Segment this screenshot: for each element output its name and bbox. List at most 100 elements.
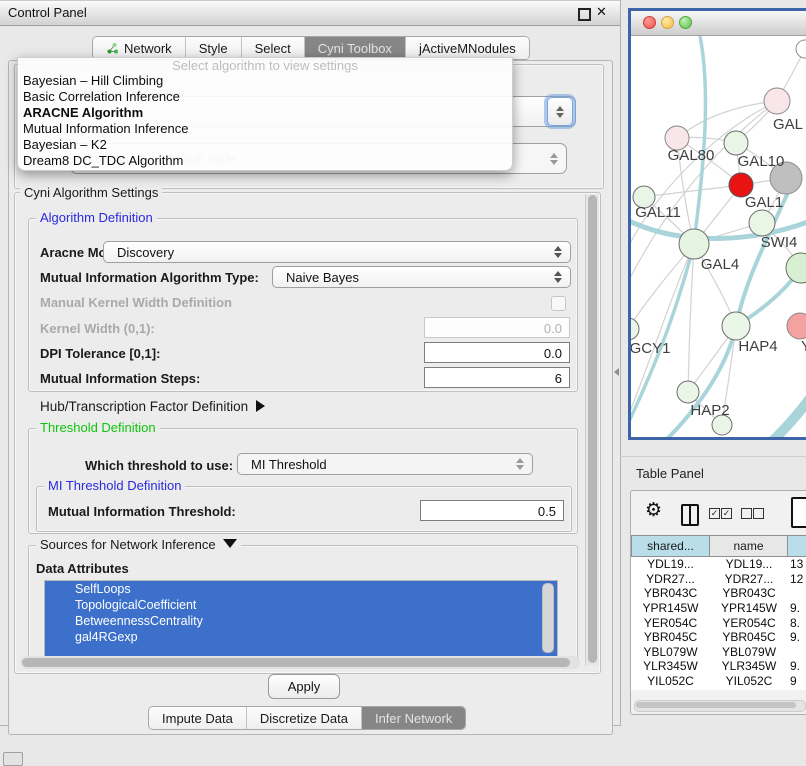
mi-steps-field[interactable]: 6 (424, 367, 570, 388)
hub-definition-expander[interactable]: Hub/Transcription Factor Definition (40, 399, 265, 414)
table-cell[interactable]: YDR27... (631, 572, 710, 587)
table-cell[interactable] (788, 586, 806, 601)
network-node[interactable] (724, 131, 748, 155)
attribute-item-selfloops[interactable]: SelfLoops (45, 581, 557, 597)
table-cell[interactable]: YER054C (631, 615, 710, 630)
combo-stepper-icon[interactable] (547, 97, 573, 126)
float-panel-icon[interactable] (578, 8, 591, 21)
checked-checkbox-icon[interactable]: ✓ (709, 508, 720, 519)
column-header-cut[interactable] (788, 535, 806, 557)
dropdown-item-dream8-dc-tdc-algorithm[interactable]: Dream8 DC_TDC Algorithm (18, 153, 512, 169)
tab-network[interactable]: Network (93, 37, 186, 59)
tab-style[interactable]: Style (186, 37, 242, 59)
scrollbar-thumb[interactable] (588, 195, 597, 663)
which-threshold-combo[interactable]: MI Threshold (237, 453, 533, 475)
table-cell[interactable]: 9. (788, 659, 806, 674)
table-row[interactable]: YLR345WYLR345W9. (631, 659, 806, 674)
settings-vertical-scrollbar[interactable] (585, 194, 599, 666)
expander-arrow-down-icon[interactable] (223, 539, 237, 548)
dropdown-item-aracne-algorithm[interactable]: ARACNE Algorithm (18, 105, 512, 121)
sources-title-row[interactable]: Sources for Network Inference (36, 538, 241, 552)
table-row[interactable]: YDL19...YDL19...13 (631, 557, 806, 572)
network-window-titlebar[interactable] (631, 11, 806, 36)
dropdown-item-basic-correlation-inference[interactable]: Basic Correlation Inference (18, 89, 512, 105)
table-horizontal-scrollbar[interactable] (634, 700, 806, 712)
network-node[interactable] (749, 210, 775, 236)
table-cell[interactable]: YER054C (710, 615, 788, 630)
mac-minimize-icon[interactable] (661, 16, 674, 29)
tab-discretize-data[interactable]: Discretize Data (247, 707, 362, 729)
mi-type-combo[interactable]: Naive Bayes (272, 266, 571, 288)
settings-horizontal-scrollbar[interactable] (20, 656, 580, 669)
tab-jactivemnodules[interactable]: jActiveMNodules (406, 37, 529, 59)
network-node[interactable] (679, 229, 709, 259)
close-icon[interactable]: ✕ (596, 4, 607, 20)
unchecked-checkbox-icon[interactable] (741, 508, 752, 519)
mi-threshold-field[interactable]: 0.5 (420, 500, 564, 521)
attribute-item-betweennesscentrality[interactable]: BetweennessCentrality (45, 613, 557, 629)
table-row[interactable]: YDR27...YDR27...12 (631, 572, 806, 587)
table-cell[interactable]: YIL052C (631, 674, 710, 689)
table-cell[interactable]: YDL19... (710, 557, 788, 572)
dropdown-item-bayesian-hill-climbing[interactable]: Bayesian – Hill Climbing (18, 73, 512, 89)
table-row[interactable]: YBR043CYBR043C (631, 586, 806, 601)
scrollbar-thumb[interactable] (636, 702, 796, 708)
network-node[interactable] (786, 253, 806, 283)
table-row[interactable]: YBL079WYBL079W (631, 645, 806, 660)
attribute-item-topologicalcoefficient[interactable]: TopologicalCoefficient (45, 597, 557, 613)
table-cell[interactable]: 12 (788, 572, 806, 587)
network-node[interactable] (631, 318, 639, 340)
table-cell[interactable] (788, 645, 806, 660)
table-row[interactable]: YER054CYER054C8. (631, 615, 806, 630)
table-row[interactable]: YIL052CYIL052C9 (631, 674, 806, 689)
kernel-width-field[interactable]: 0.0 (424, 317, 570, 338)
table-cell[interactable]: YDR27... (710, 572, 788, 587)
checked-checkbox-icon[interactable]: ✓ (721, 508, 732, 519)
tab-infer-network[interactable]: Infer Network (362, 707, 465, 729)
table-cell[interactable]: YBR045C (631, 630, 710, 645)
network-node[interactable] (796, 40, 806, 58)
table-cell[interactable]: YBR045C (710, 630, 788, 645)
split-pane-icon[interactable] (681, 504, 699, 526)
network-view-window[interactable]: GALGAL80GAL10GAL1GAL11GAL4SWI4GCY1HAP4YH… (628, 8, 806, 440)
table-cell[interactable]: YBL079W (710, 645, 788, 660)
aracne-mode-combo[interactable]: Discovery (103, 241, 571, 263)
mac-close-icon[interactable] (643, 16, 656, 29)
tab-select[interactable]: Select (242, 37, 305, 59)
network-node[interactable] (787, 313, 806, 339)
gear-icon[interactable]: ⚙ (645, 499, 662, 522)
table-cell[interactable]: YPR145W (631, 601, 710, 616)
scrollbar-thumb[interactable] (22, 658, 570, 667)
expander-arrow-right-icon[interactable] (256, 400, 265, 412)
table-row[interactable]: YBR045CYBR045C9. (631, 630, 806, 645)
table-cell[interactable]: YDL19... (631, 557, 710, 572)
network-canvas[interactable]: GALGAL80GAL10GAL1GAL11GAL4SWI4GCY1HAP4YH… (631, 36, 806, 440)
network-node[interactable] (722, 312, 750, 340)
table-row[interactable]: YPR145WYPR145W9. (631, 601, 806, 616)
table-cell[interactable]: 8. (788, 615, 806, 630)
table-cell[interactable]: YLR345W (710, 659, 788, 674)
table-cell[interactable]: YIL052C (710, 674, 788, 689)
network-node[interactable] (677, 381, 699, 403)
attribute-item-gal4rgexp[interactable]: gal4RGexp (45, 629, 557, 645)
table-cell[interactable]: 9 (788, 674, 806, 689)
dropdown-item-bayesian-k2[interactable]: Bayesian – K2 (18, 137, 512, 153)
tab-cyni-toolbox[interactable]: Cyni Toolbox (305, 37, 406, 59)
list-scrollbar-thumb[interactable] (542, 583, 554, 653)
dropdown-item-mutual-information-inference[interactable]: Mutual Information Inference (18, 121, 512, 137)
manual-kernel-checkbox[interactable] (551, 296, 566, 311)
table-cell[interactable]: YBR043C (631, 586, 710, 601)
network-node[interactable] (764, 88, 790, 114)
mac-zoom-icon[interactable] (679, 16, 692, 29)
data-attributes-list[interactable]: SelfLoopsTopologicalCoefficientBetweenne… (44, 580, 558, 658)
panel-divider-collapse-icon[interactable] (614, 368, 619, 376)
table-cell[interactable]: YLR345W (631, 659, 710, 674)
table-cell[interactable]: 9. (788, 601, 806, 616)
table-cell[interactable]: 9. (788, 630, 806, 645)
resize-grip[interactable] (3, 752, 23, 766)
column-header-name[interactable]: name (710, 535, 788, 557)
table-cell[interactable]: YBL079W (631, 645, 710, 660)
document-icon[interactable] (791, 497, 806, 528)
table-cell[interactable]: 13 (788, 557, 806, 572)
unchecked-checkbox-icon[interactable] (753, 508, 764, 519)
